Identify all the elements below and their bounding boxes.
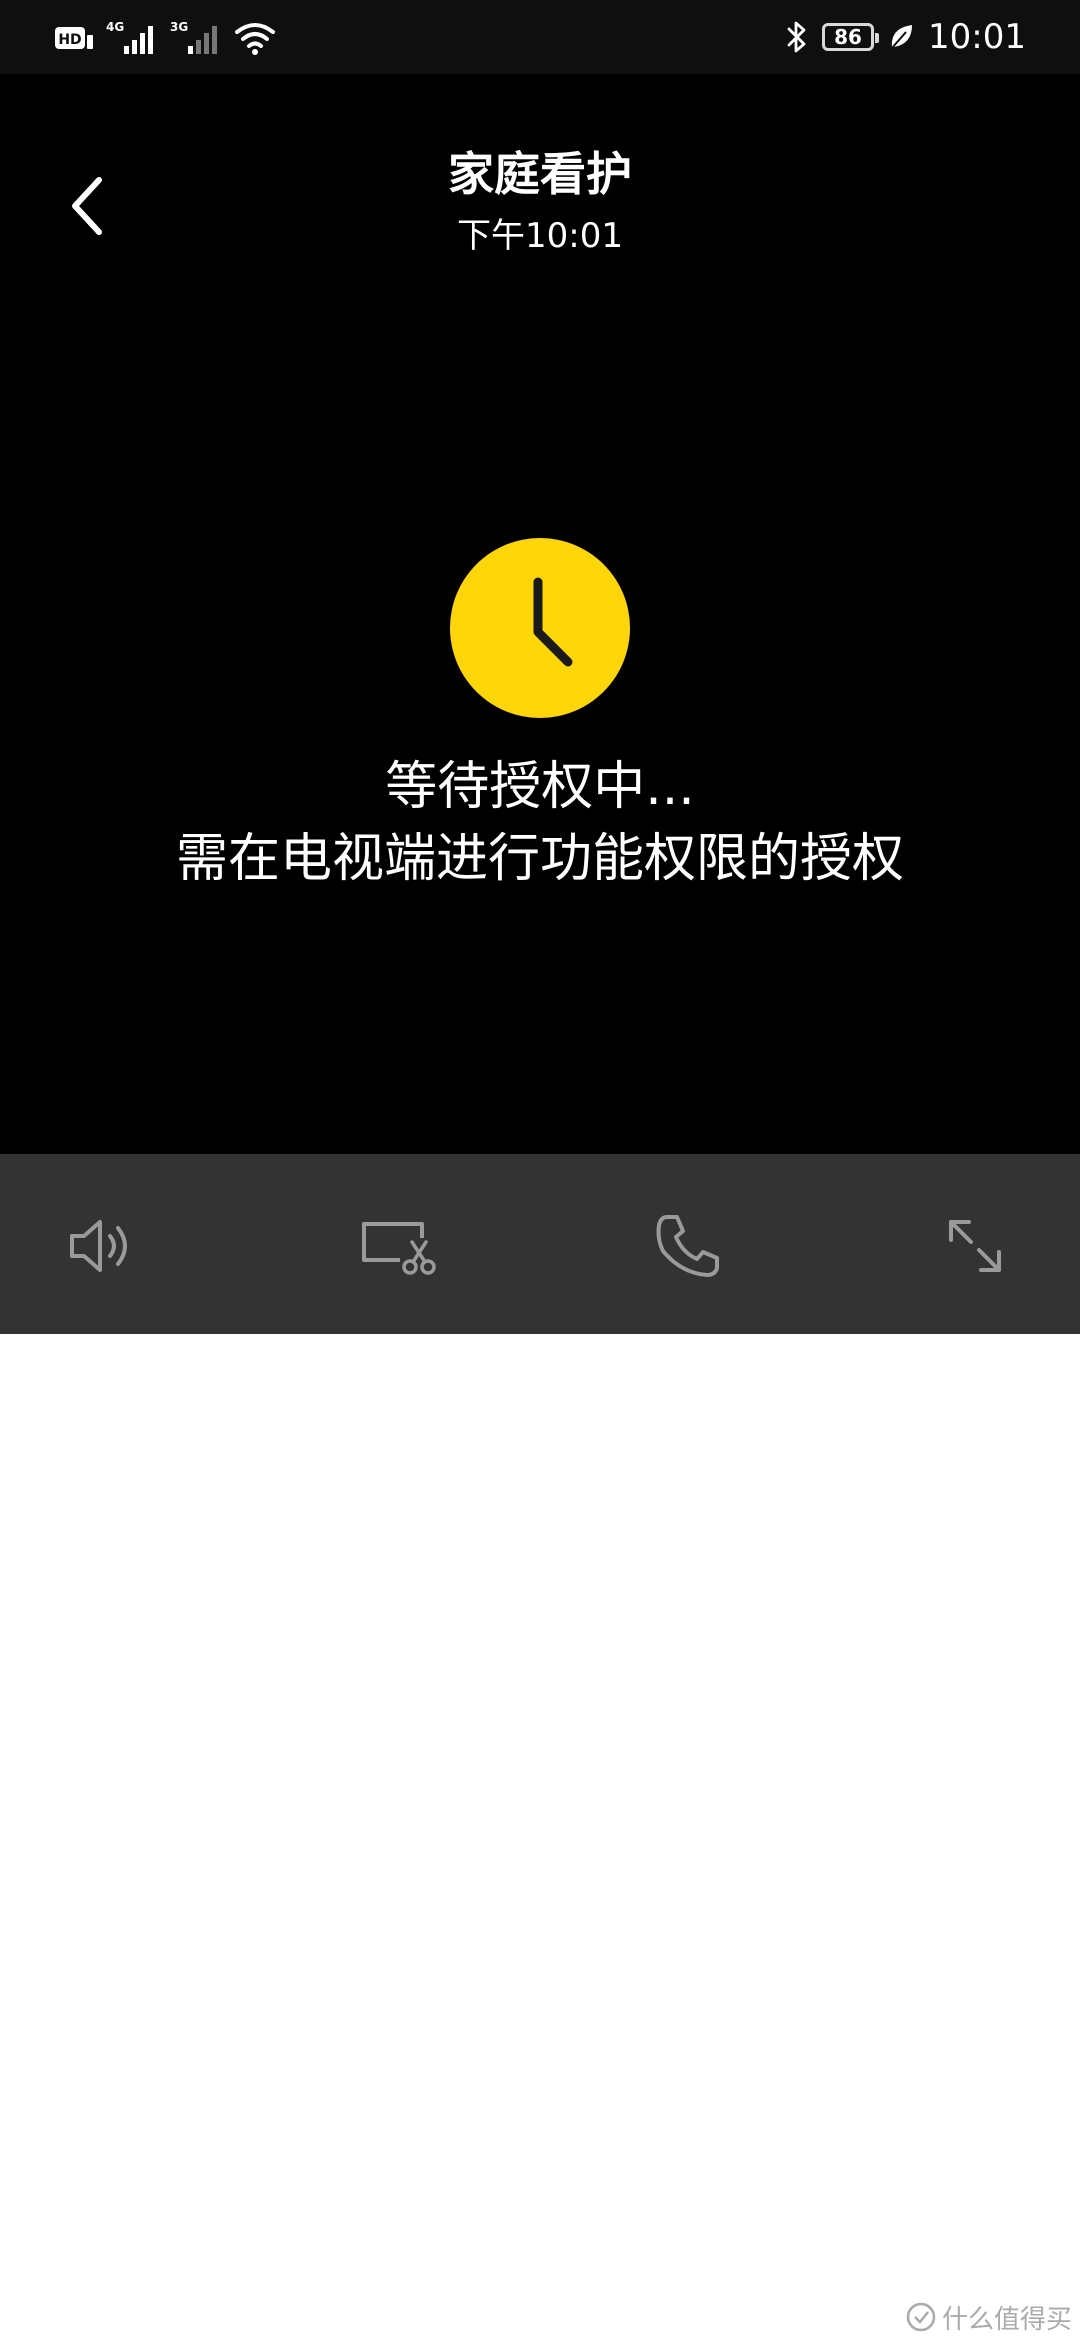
speaker-icon	[70, 1220, 127, 1272]
clock-icon	[450, 538, 630, 718]
leaf-icon	[891, 25, 913, 49]
clock-time: 10:01	[928, 17, 1026, 57]
screenshot-button[interactable]	[354, 1204, 438, 1288]
bluetooth-icon	[787, 21, 806, 53]
control-bar	[0, 1154, 1080, 1334]
status-bar: HD 4G 3G 86 10:01	[0, 0, 1080, 74]
wifi-icon	[235, 23, 275, 55]
svg-text:HD: HD	[58, 32, 81, 48]
speaker-button[interactable]	[62, 1204, 146, 1288]
page-title: 家庭看护	[448, 147, 632, 201]
svg-text:3G: 3G	[170, 20, 188, 34]
screenshot-icon	[362, 1222, 436, 1275]
status-right-group: 86 10:01	[786, 14, 1026, 60]
expand-icon	[949, 1220, 1001, 1272]
watermark-logo-icon	[906, 2302, 936, 2332]
phone-icon	[656, 1215, 719, 1277]
call-button[interactable]	[646, 1204, 730, 1288]
status-left-group: HD 4G 3G	[54, 18, 276, 58]
watermark-text: 什么值得买	[941, 2304, 1072, 2335]
signal-4g-icon: 4G	[106, 20, 153, 54]
svg-text:4G: 4G	[106, 20, 124, 34]
signal-3g-icon: 3G	[170, 20, 217, 54]
battery-level: 86	[834, 25, 862, 49]
battery-icon: 86	[822, 23, 880, 51]
authorization-hint-text: 需在电视端进行功能权限的授权	[175, 829, 904, 889]
page-subtitle-time: 下午10:01	[457, 216, 623, 256]
fullscreen-button[interactable]	[933, 1204, 1017, 1288]
hd-icon: HD	[55, 27, 93, 49]
watermark: 什么值得买	[906, 2300, 1072, 2335]
waiting-status-text: 等待授权中...	[385, 757, 695, 817]
